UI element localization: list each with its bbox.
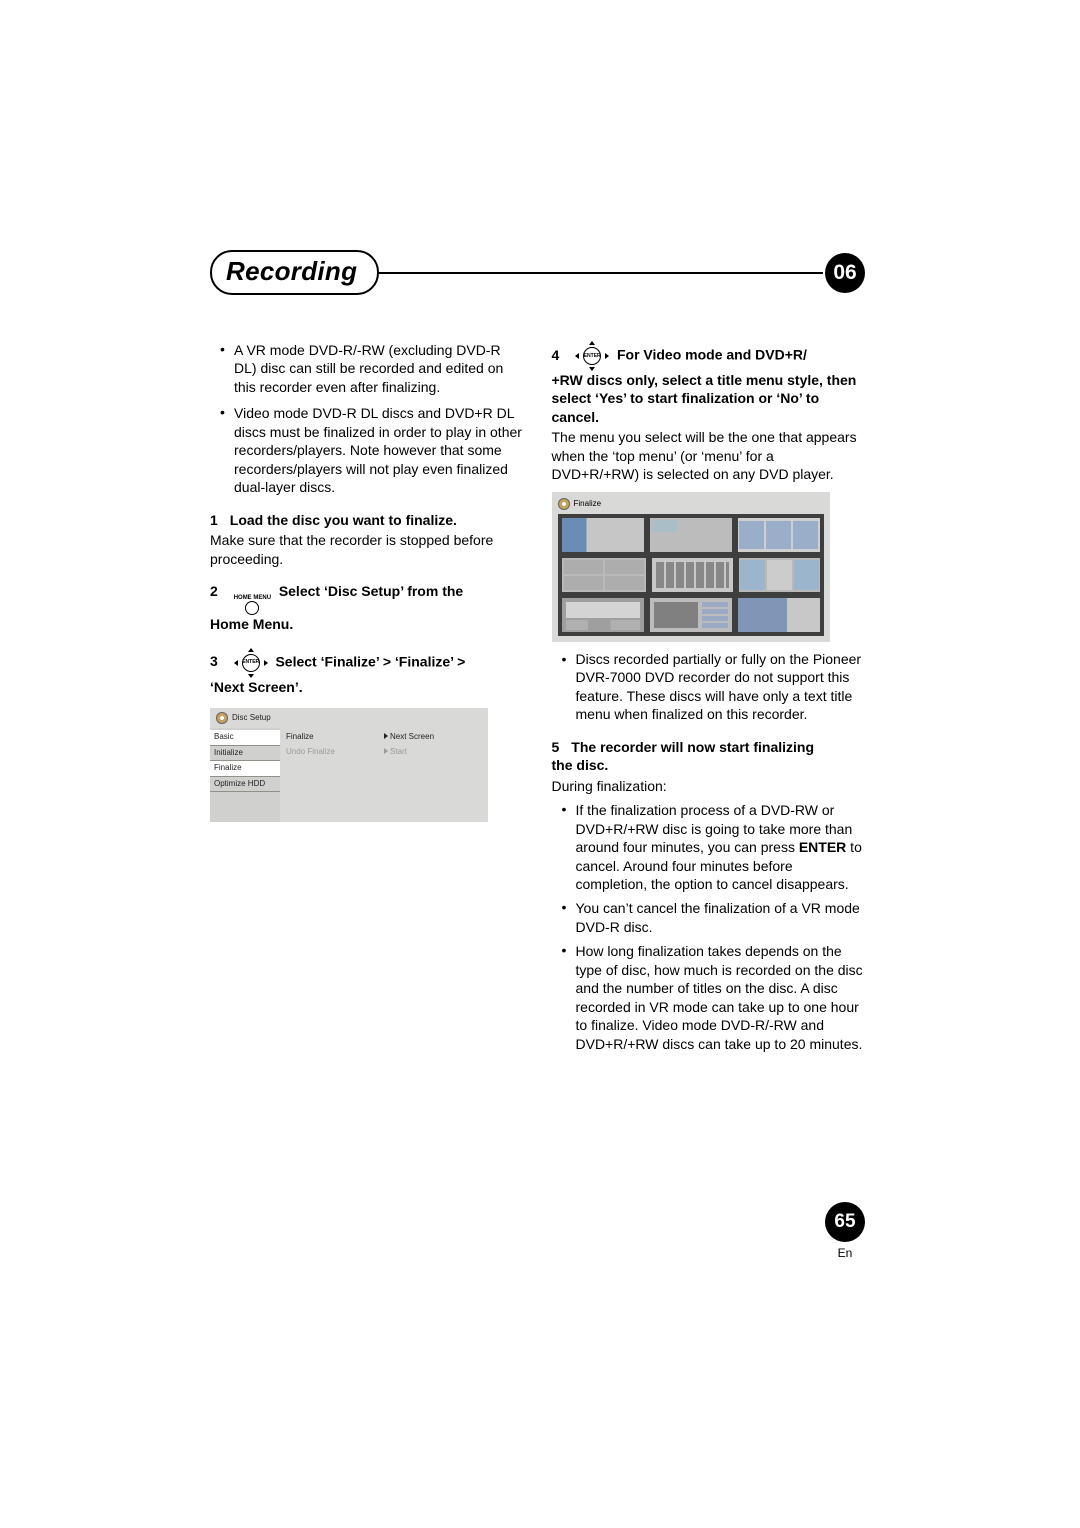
page-number-badge: 65: [825, 1202, 865, 1242]
step-heading-cont: ‘Next Screen’.: [210, 678, 524, 696]
menu-item: Next Screen: [380, 730, 488, 745]
icon-label: ENTER: [583, 347, 601, 365]
chapter-title: Recording: [226, 256, 357, 287]
menu-item: Start: [380, 745, 488, 760]
title-menu-style-screenshot: Finalize: [552, 492, 830, 642]
style-thumbnail: [652, 558, 733, 592]
list-item: If the finalization process of a DVD-RW …: [576, 801, 866, 893]
page-language: En: [825, 1246, 865, 1260]
home-menu-button-icon: HOME MENU: [234, 595, 271, 615]
play-triangle-icon: [384, 733, 388, 739]
style-thumbnail: [562, 518, 644, 552]
disc-setup-screenshot: Disc Setup Basic Initialize Finalize Opt…: [210, 708, 488, 822]
step-heading-cont: Home Menu.: [210, 615, 524, 633]
step-number: 1: [210, 512, 218, 528]
list-item: How long finalization takes depends on t…: [576, 942, 866, 1053]
step-4: 4 ENTER For Video mode and DVD+R/ +RW di…: [552, 341, 866, 484]
chapter-title-box: Recording: [210, 250, 379, 295]
chapter-number-badge: 06: [825, 253, 865, 293]
style-thumbnail: [562, 598, 644, 632]
step-5: 5The recorder will now start finalizing …: [552, 738, 866, 795]
header-rule: [377, 272, 819, 274]
step-body: During finalization:: [552, 777, 866, 795]
page-footer: 65 En: [825, 1202, 865, 1260]
step-number: 4: [552, 347, 560, 363]
chapter-number: 06: [833, 261, 856, 285]
style-thumbnail: [739, 558, 820, 592]
manual-page: Recording 06 A VR mode DVD-R/-RW (exclud…: [0, 0, 1080, 1059]
step-number: 3: [210, 653, 218, 669]
content-columns: A VR mode DVD-R/-RW (excluding DVD-R DL)…: [210, 341, 865, 1059]
disc-icon: [558, 498, 570, 510]
intro-note: Video mode DVD-R DL discs and DVD+R DL d…: [234, 404, 524, 496]
step-heading: Select ‘Finalize’ > ‘Finalize’ >: [275, 653, 465, 669]
left-column: A VR mode DVD-R/-RW (excluding DVD-R DL)…: [210, 341, 524, 1059]
style-thumbnail: [650, 598, 732, 632]
intro-notes: A VR mode DVD-R/-RW (excluding DVD-R DL)…: [210, 341, 524, 497]
list-item: You can’t cancel the finalization of a V…: [576, 899, 866, 936]
step-heading: Load the disc you want to finalize.: [230, 512, 457, 528]
menu-item: Finalize: [280, 730, 380, 745]
step-heading: Select ‘Disc Setup’ from the: [279, 583, 463, 599]
disc-icon: [216, 712, 228, 724]
menu-item: Finalize: [210, 761, 280, 777]
step-number: 5: [552, 739, 560, 755]
menu-item: Undo Finalize: [280, 745, 380, 760]
note-text: Discs recorded partially or fully on the…: [576, 650, 866, 724]
style-thumbnail: [738, 518, 820, 552]
step-3: 3 ENTER Select ‘Finalize’ > ‘Finalize’ >…: [210, 648, 524, 696]
enter-nav-icon: ENTER: [575, 341, 609, 371]
menu-item: Optimize HDD: [210, 777, 280, 793]
screenshot-left-menu: Basic Initialize Finalize Optimize HDD: [210, 728, 280, 822]
screenshot-title: Finalize: [574, 499, 602, 510]
screenshot-mid-menu: Finalize Undo Finalize: [280, 728, 380, 822]
style-thumbnail: [650, 518, 732, 552]
step-2: 2 HOME MENU Select ‘Disc Setup’ from the…: [210, 582, 524, 633]
step-heading-cont: +RW discs only, select a title menu styl…: [552, 371, 866, 426]
chapter-header: Recording 06: [210, 250, 865, 295]
enter-nav-icon: ENTER: [234, 648, 268, 678]
step-heading: For Video mode and DVD+R/: [617, 347, 807, 363]
style-thumbnail: [562, 558, 647, 592]
step-body: Make sure that the recorder is stopped b…: [210, 531, 524, 568]
compatibility-note: Discs recorded partially or fully on the…: [552, 650, 866, 724]
step-body: The menu you select will be the one that…: [552, 428, 866, 483]
right-column: 4 ENTER For Video mode and DVD+R/ +RW di…: [552, 341, 866, 1059]
during-finalization-list: If the finalization process of a DVD-RW …: [552, 801, 866, 1053]
step-number: 2: [210, 583, 218, 599]
screenshot-right-menu: Next Screen Start: [380, 728, 488, 822]
step-heading-cont: the disc.: [552, 756, 866, 774]
step-heading: The recorder will now start finalizing: [571, 739, 814, 755]
page-number: 65: [834, 1211, 855, 1233]
menu-item: Basic: [210, 730, 280, 746]
step-1: 1 Load the disc you want to finalize. Mak…: [210, 511, 524, 568]
icon-label: HOME MENU: [234, 595, 271, 601]
icon-label: ENTER: [242, 654, 260, 672]
screenshot-title: Disc Setup: [232, 713, 271, 724]
menu-item: Initialize: [210, 746, 280, 762]
style-thumbnail: [738, 598, 820, 632]
intro-note: A VR mode DVD-R/-RW (excluding DVD-R DL)…: [234, 341, 524, 396]
style-grid: [558, 514, 824, 636]
play-triangle-icon: [384, 748, 388, 754]
